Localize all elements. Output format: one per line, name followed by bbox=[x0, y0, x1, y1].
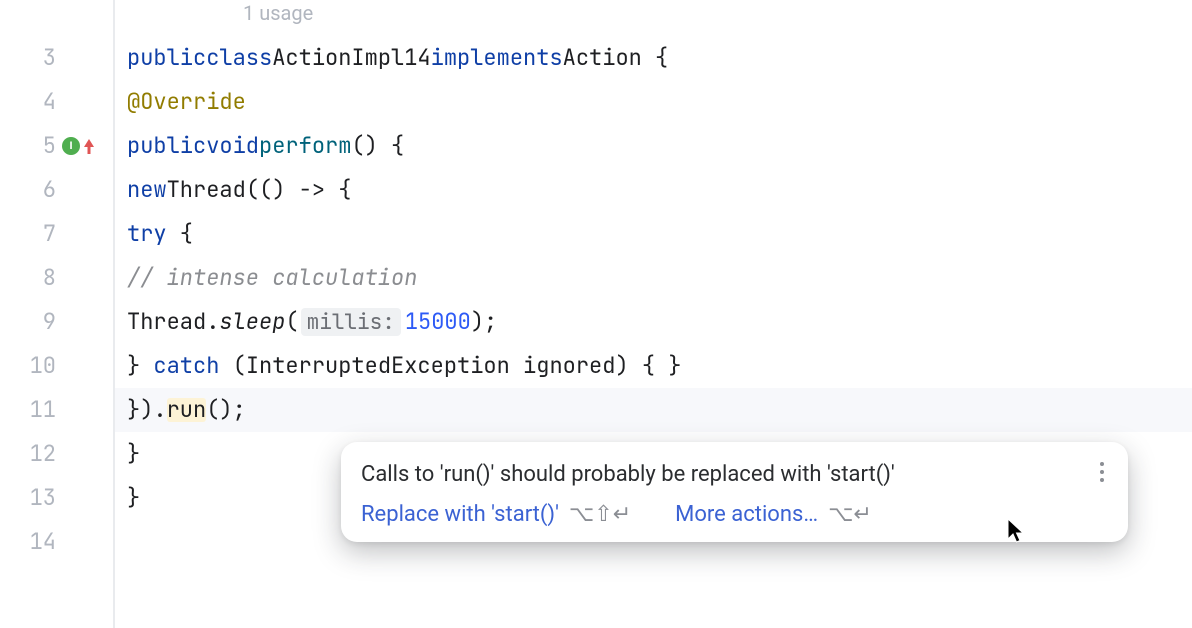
kebab-icon[interactable] bbox=[1090, 458, 1114, 486]
inspection-message: Calls to 'run()' should probably be repl… bbox=[361, 460, 1108, 490]
code-line[interactable]: @Override bbox=[115, 80, 1192, 124]
line-number: 13 bbox=[0, 487, 56, 509]
shortcut-hint: ⌥↵ bbox=[828, 504, 872, 526]
line-number: 14 bbox=[0, 531, 56, 553]
inspection-popup: Calls to 'run()' should probably be repl… bbox=[341, 442, 1128, 542]
gutter: 3 4 5 6 7 8 9 10 11 12 13 14 bbox=[0, 0, 115, 628]
line-number: 4 bbox=[0, 91, 56, 113]
code-line[interactable]: public void perform() { bbox=[115, 124, 1192, 168]
quickfix-primary-label: Replace with 'start()' bbox=[361, 504, 559, 526]
inlay-hint: millis: bbox=[301, 308, 401, 336]
code-line[interactable]: // intense calculation bbox=[115, 256, 1192, 300]
gutter-icon-navigate-up[interactable] bbox=[82, 137, 96, 155]
code-line[interactable]: }).run(); bbox=[115, 388, 1192, 432]
quickfix-primary[interactable]: Replace with 'start()' ⌥⇧↵ bbox=[361, 504, 631, 526]
code-line[interactable]: try { bbox=[115, 212, 1192, 256]
line-number: 7 bbox=[0, 223, 56, 245]
code-line[interactable]: Thread.sleep(millis:15000); bbox=[115, 300, 1192, 344]
quickfix-more[interactable]: More actions… ⌥↵ bbox=[675, 504, 872, 526]
line-number: 8 bbox=[0, 267, 56, 289]
code-line[interactable]: } catch (InterruptedException ignored) {… bbox=[115, 344, 1192, 388]
line-number: 10 bbox=[0, 355, 56, 377]
code-line[interactable]: new Thread(() -> { bbox=[115, 168, 1192, 212]
gutter-icon-implements[interactable] bbox=[62, 137, 80, 155]
line-number: 11 bbox=[0, 399, 56, 421]
line-number: 12 bbox=[0, 443, 56, 465]
line-number: 5 bbox=[0, 135, 56, 157]
line-number: 9 bbox=[0, 311, 56, 333]
inspection-highlight[interactable]: run bbox=[167, 398, 207, 422]
line-number: 6 bbox=[0, 179, 56, 201]
code-line[interactable]: public class ActionImpl14 implements Act… bbox=[115, 36, 1192, 80]
quickfix-more-label: More actions… bbox=[675, 504, 818, 526]
shortcut-hint: ⌥⇧↵ bbox=[569, 504, 631, 526]
line-number: 3 bbox=[0, 47, 56, 69]
